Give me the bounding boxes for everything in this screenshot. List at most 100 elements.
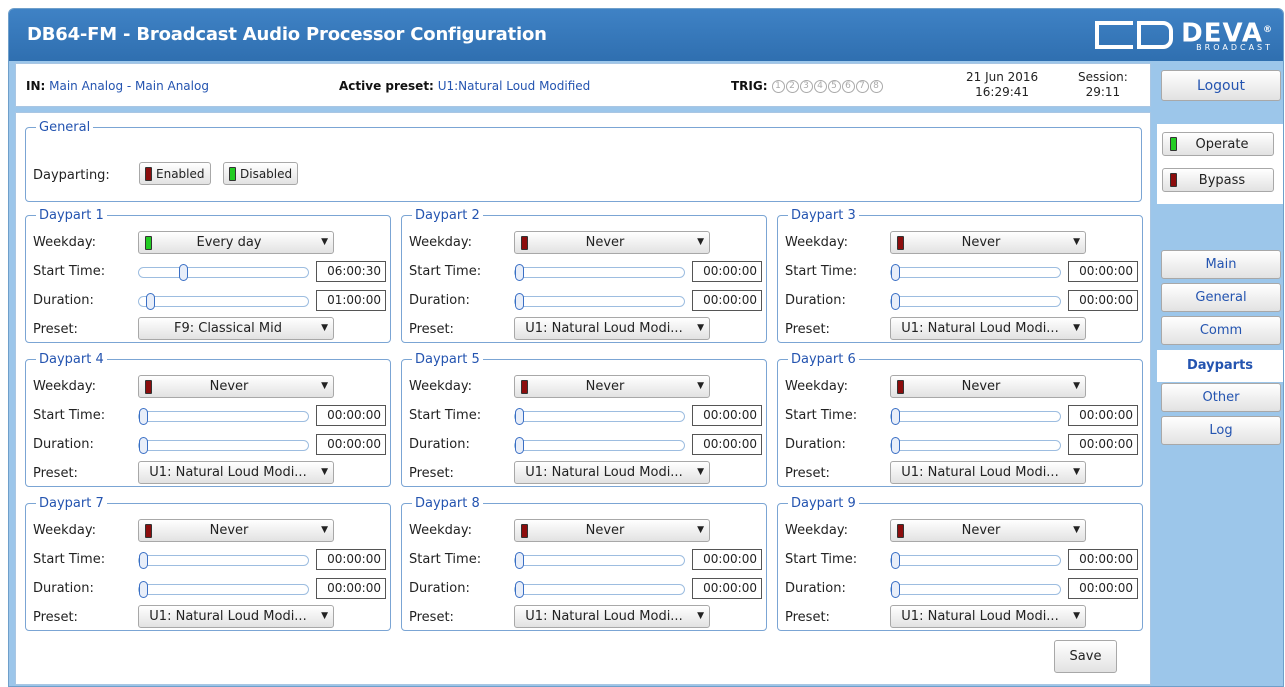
duration-value[interactable]: 00:00:00 xyxy=(1068,290,1138,311)
deva-logo: DEVA® BROADCAST xyxy=(1095,17,1273,53)
start-time-value[interactable]: 00:00:00 xyxy=(1068,549,1138,570)
chevron-down-icon: ▼ xyxy=(697,323,704,333)
start-time-value[interactable]: 00:00:00 xyxy=(316,405,386,426)
slider-handle[interactable] xyxy=(515,264,524,281)
preset-select[interactable]: U1: Natural Loud Modi... ▼ xyxy=(514,317,710,340)
duration-value[interactable]: 00:00:00 xyxy=(692,434,762,455)
duration-value[interactable]: 00:00:00 xyxy=(1068,578,1138,599)
start-time-value[interactable]: 00:00:00 xyxy=(316,549,386,570)
start-time-slider[interactable] xyxy=(890,552,1061,569)
chevron-down-icon: ▼ xyxy=(321,323,328,333)
duration-label: Duration: xyxy=(33,293,94,308)
weekday-select[interactable]: Never ▼ xyxy=(890,231,1086,254)
start-time-value[interactable]: 00:00:00 xyxy=(1068,261,1138,282)
nav-general[interactable]: General xyxy=(1161,283,1281,312)
duration-value[interactable]: 00:00:00 xyxy=(692,578,762,599)
slider-handle[interactable] xyxy=(139,581,148,598)
trig-label: TRIG: xyxy=(731,79,768,93)
weekday-select[interactable]: Never ▼ xyxy=(138,375,334,398)
weekday-value: Every day xyxy=(196,235,262,250)
start-time-value[interactable]: 00:00:00 xyxy=(692,405,762,426)
start-time-value[interactable]: 00:00:00 xyxy=(692,261,762,282)
start-time-slider[interactable] xyxy=(514,264,685,281)
duration-slider[interactable] xyxy=(514,581,685,598)
start-time-label: Start Time: xyxy=(785,408,858,423)
weekday-select[interactable]: Never ▼ xyxy=(514,519,710,542)
nav-other[interactable]: Other xyxy=(1161,383,1281,412)
weekday-select[interactable]: Every day ▼ xyxy=(138,231,334,254)
slider-handle[interactable] xyxy=(139,437,148,454)
weekday-select[interactable]: Never ▼ xyxy=(890,519,1086,542)
preset-select[interactable]: U1: Natural Loud Modi... ▼ xyxy=(514,461,710,484)
daypart-legend: Daypart 4 xyxy=(39,352,104,367)
dayparts-panel: General Dayparting: Enabled Disabled Day… xyxy=(15,112,1151,685)
duration-slider[interactable] xyxy=(890,293,1061,310)
duration-value[interactable]: 00:00:00 xyxy=(692,290,762,311)
bypass-label: Bypass xyxy=(1198,172,1246,188)
duration-slider[interactable] xyxy=(138,293,309,310)
slider-handle[interactable] xyxy=(139,552,148,569)
preset-select[interactable]: U1: Natural Loud Modi... ▼ xyxy=(890,461,1086,484)
dayparting-enabled-button[interactable]: Enabled xyxy=(139,162,211,185)
duration-value[interactable]: 01:00:00 xyxy=(316,290,386,311)
bypass-button[interactable]: Bypass xyxy=(1162,168,1274,192)
duration-value[interactable]: 00:00:00 xyxy=(316,578,386,599)
preset-select[interactable]: U1: Natural Loud Modi... ▼ xyxy=(890,605,1086,628)
duration-slider[interactable] xyxy=(514,437,685,454)
duration-slider[interactable] xyxy=(138,437,309,454)
preset-label: Preset: xyxy=(785,466,830,481)
start-time-slider[interactable] xyxy=(138,408,309,425)
weekday-select[interactable]: Never ▼ xyxy=(890,375,1086,398)
logout-button[interactable]: Logout xyxy=(1161,70,1281,101)
duration-slider[interactable] xyxy=(890,581,1061,598)
preset-select[interactable]: U1: Natural Loud Modi... ▼ xyxy=(890,317,1086,340)
slider-handle[interactable] xyxy=(515,408,524,425)
preset-select[interactable]: F9: Classical Mid ▼ xyxy=(138,317,334,340)
weekday-select[interactable]: Never ▼ xyxy=(514,375,710,398)
slider-handle[interactable] xyxy=(139,408,148,425)
dayparting-label: Dayparting: xyxy=(33,168,110,183)
slider-handle[interactable] xyxy=(179,264,188,281)
chevron-down-icon: ▼ xyxy=(1073,467,1080,477)
start-time-value[interactable]: 06:00:30 xyxy=(316,261,386,282)
start-time-slider[interactable] xyxy=(514,552,685,569)
start-time-label: Start Time: xyxy=(785,552,858,567)
start-time-slider[interactable] xyxy=(138,264,309,281)
preset-select[interactable]: U1: Natural Loud Modi... ▼ xyxy=(138,461,334,484)
duration-slider[interactable] xyxy=(514,293,685,310)
slider-handle[interactable] xyxy=(515,581,524,598)
nav-log[interactable]: Log xyxy=(1161,416,1281,445)
slider-handle[interactable] xyxy=(891,581,900,598)
nav-comm[interactable]: Comm xyxy=(1161,316,1281,345)
start-time-slider[interactable] xyxy=(890,408,1061,425)
slider-handle[interactable] xyxy=(515,552,524,569)
weekday-select[interactable]: Never ▼ xyxy=(138,519,334,542)
start-time-slider[interactable] xyxy=(514,408,685,425)
duration-slider[interactable] xyxy=(890,437,1061,454)
save-button[interactable]: Save xyxy=(1054,640,1117,673)
duration-value[interactable]: 00:00:00 xyxy=(316,434,386,455)
duration-slider[interactable] xyxy=(138,581,309,598)
preset-select[interactable]: U1: Natural Loud Modi... ▼ xyxy=(514,605,710,628)
duration-label: Duration: xyxy=(785,581,846,596)
start-time-slider[interactable] xyxy=(138,552,309,569)
preset-select[interactable]: U1: Natural Loud Modi... ▼ xyxy=(138,605,334,628)
slider-handle[interactable] xyxy=(891,552,900,569)
slider-handle[interactable] xyxy=(891,437,900,454)
dayparting-disabled-button[interactable]: Disabled xyxy=(223,162,299,185)
slider-handle[interactable] xyxy=(515,293,524,310)
nav-main[interactable]: Main xyxy=(1161,250,1281,279)
slider-handle[interactable] xyxy=(891,293,900,310)
operate-button[interactable]: Operate xyxy=(1162,132,1274,156)
start-time-slider[interactable] xyxy=(890,264,1061,281)
slider-handle[interactable] xyxy=(891,408,900,425)
nav-dayparts[interactable]: Dayparts xyxy=(1157,350,1283,382)
start-time-value[interactable]: 00:00:00 xyxy=(692,549,762,570)
start-time-value[interactable]: 00:00:00 xyxy=(1068,405,1138,426)
slider-handle[interactable] xyxy=(146,293,155,310)
slider-handle[interactable] xyxy=(515,437,524,454)
slider-handle[interactable] xyxy=(891,264,900,281)
weekday-select[interactable]: Never ▼ xyxy=(514,231,710,254)
duration-value[interactable]: 00:00:00 xyxy=(1068,434,1138,455)
title-bar: DB64-FM - Broadcast Audio Processor Conf… xyxy=(9,9,1283,61)
